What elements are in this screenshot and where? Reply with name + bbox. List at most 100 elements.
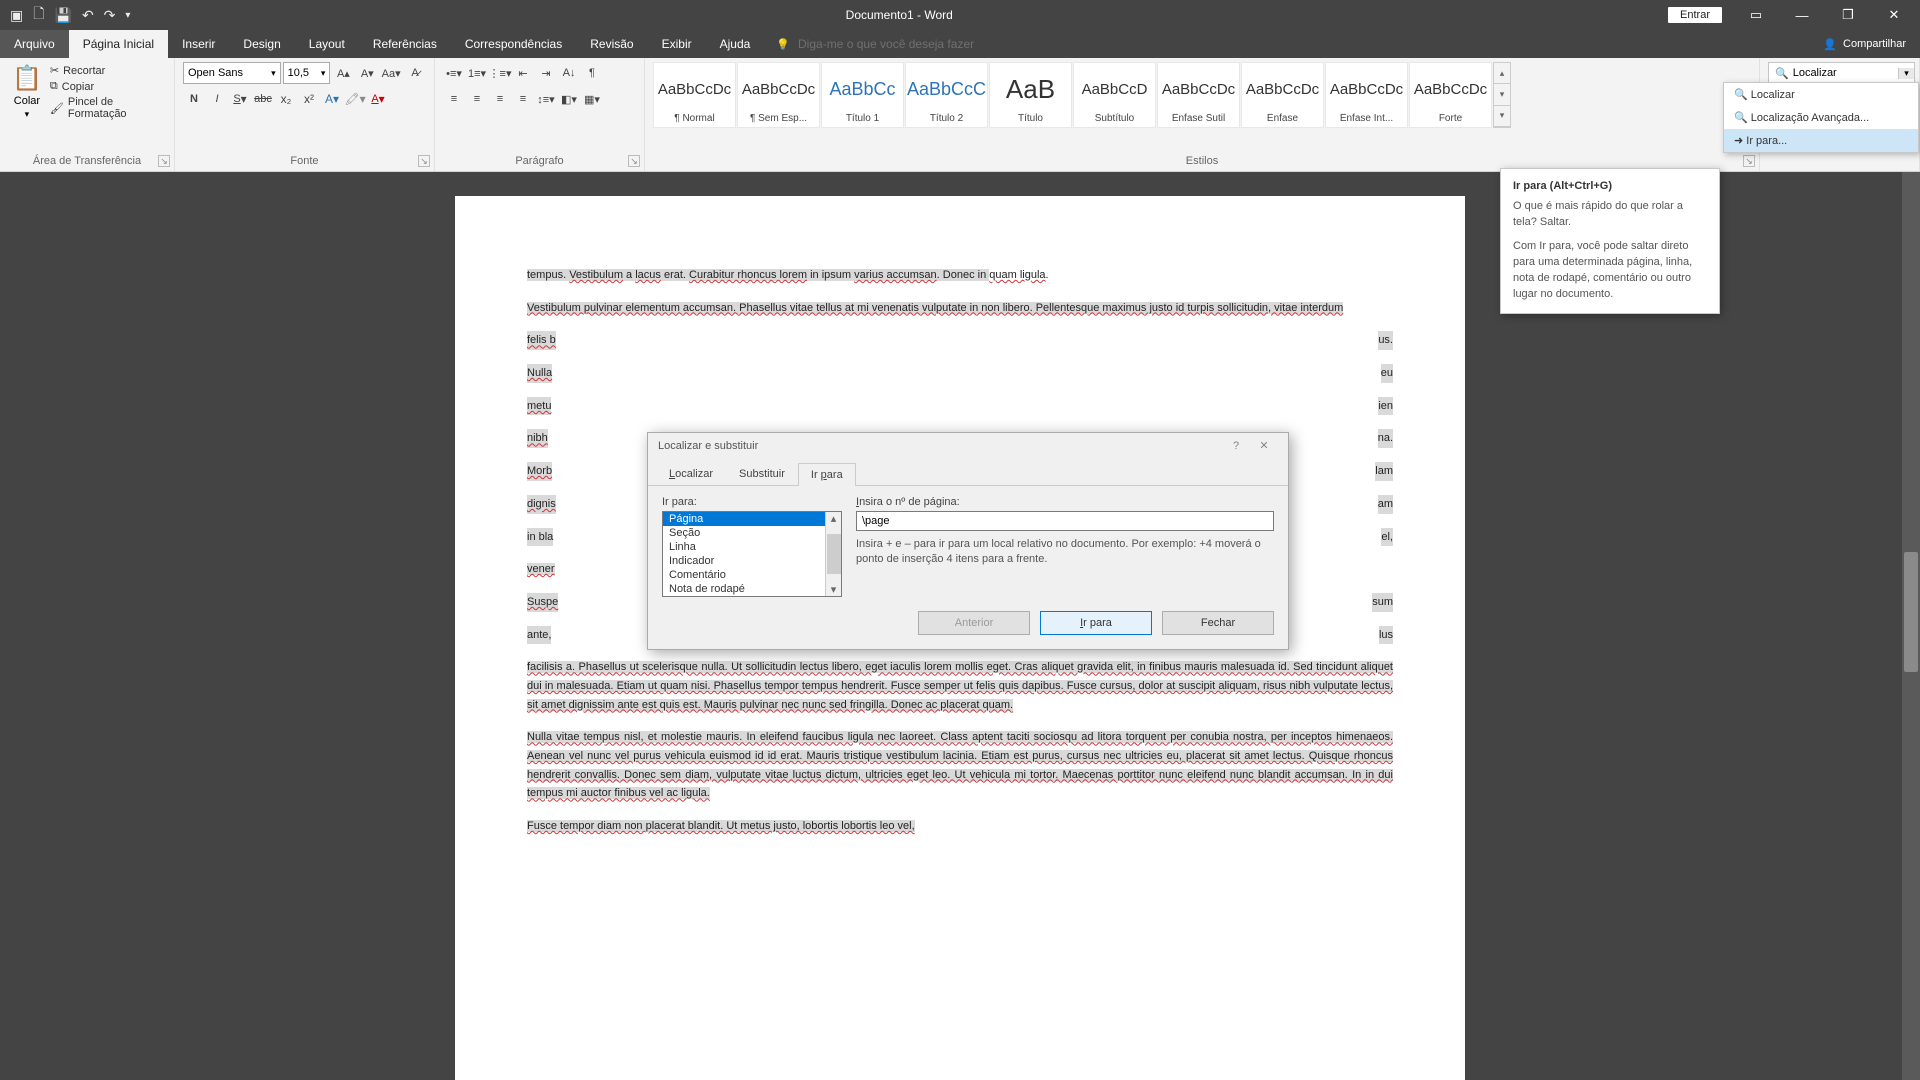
page-number-input[interactable]	[856, 511, 1274, 531]
help-icon[interactable]: ?	[1222, 440, 1250, 452]
tab-file[interactable]: Arquivo	[0, 30, 69, 58]
find-dropdown-icon[interactable]: ▾	[1898, 68, 1914, 79]
tab-home[interactable]: Página Inicial	[69, 30, 168, 58]
cut-button[interactable]: ✂Recortar	[50, 64, 166, 77]
scrollbar-thumb[interactable]	[827, 534, 841, 574]
tab-view[interactable]: Exibir	[648, 30, 706, 58]
dialog-launcher-icon[interactable]: ↘	[1743, 155, 1755, 167]
previous-button[interactable]: Anterior	[918, 611, 1030, 635]
increase-indent-icon[interactable]: ⇥	[535, 62, 557, 84]
folder-icon[interactable]: ▣	[10, 7, 23, 24]
style-subt-tulo[interactable]: AaBbCcDSubtítulo	[1073, 62, 1156, 128]
numbering-icon[interactable]: 1≡▾	[466, 62, 488, 84]
dialog-tab-find[interactable]: Localizar	[656, 462, 726, 485]
sign-in-button[interactable]: Entrar	[1668, 7, 1722, 23]
scroll-down-icon[interactable]: ▾	[1494, 84, 1510, 105]
vertical-scrollbar[interactable]	[1902, 172, 1920, 1080]
save-icon[interactable]: 💾	[55, 7, 72, 24]
style-t-tulo-1[interactable]: AaBbCcTítulo 1	[821, 62, 904, 128]
goto-button[interactable]: Ir para	[1040, 611, 1152, 635]
undo-icon[interactable]: ↶	[82, 7, 94, 24]
close-button[interactable]: Fechar	[1162, 611, 1274, 635]
text-effects-icon[interactable]: A▾	[321, 88, 343, 110]
maximize-icon[interactable]: ❐	[1826, 1, 1870, 29]
redo-icon[interactable]: ↷	[104, 7, 116, 24]
scroll-down-icon[interactable]: ▾	[831, 583, 837, 596]
goto-listbox[interactable]: PáginaSeçãoLinhaIndicadorComentárioNota …	[662, 511, 842, 597]
list-item[interactable]: Página	[663, 512, 825, 526]
bullets-icon[interactable]: •≡▾	[443, 62, 465, 84]
tab-layout[interactable]: Layout	[295, 30, 359, 58]
list-item[interactable]: Linha	[663, 540, 825, 554]
style--nfase-sutil[interactable]: AaBbCcDcÊnfase Sutil	[1157, 62, 1240, 128]
list-item[interactable]: Nota de rodapé	[663, 582, 825, 596]
minimize-icon[interactable]: —	[1780, 1, 1824, 29]
close-icon[interactable]: ✕	[1872, 1, 1916, 29]
tell-me-input[interactable]	[798, 37, 1058, 51]
dialog-launcher-icon[interactable]: ↘	[628, 155, 640, 167]
style-forte[interactable]: AaBbCcDcForte	[1409, 62, 1492, 128]
tab-insert[interactable]: Inserir	[168, 30, 229, 58]
show-marks-icon[interactable]: ¶	[581, 62, 603, 84]
qat-customize-icon[interactable]: ▾	[125, 10, 130, 21]
tell-me[interactable]: 💡	[776, 30, 1058, 58]
align-center-icon[interactable]: ≡	[466, 88, 488, 110]
paste-button[interactable]: 📋 Colar ▾	[8, 62, 46, 122]
scroll-up-icon[interactable]: ▴	[1494, 63, 1510, 84]
font-size-combo[interactable]: 10,5▾	[283, 62, 331, 84]
strikethrough-button[interactable]: abc	[252, 88, 274, 110]
style--normal[interactable]: AaBbCcDc¶ Normal	[653, 62, 736, 128]
menu-item-advanced-find[interactable]: 🔍 Localização Avançada...	[1724, 106, 1918, 129]
clear-format-icon[interactable]: A̷	[404, 62, 426, 84]
tab-help[interactable]: Ajuda	[706, 30, 765, 58]
underline-button[interactable]: S▾	[229, 88, 251, 110]
style--nfase[interactable]: AaBbCcDcÊnfase	[1241, 62, 1324, 128]
line-spacing-icon[interactable]: ↕≡▾	[535, 88, 557, 110]
subscript-button[interactable]: x₂	[275, 88, 297, 110]
share-button[interactable]: 👤 Compartilhar	[1809, 30, 1920, 58]
new-doc-icon[interactable]: 🗋	[33, 3, 44, 27]
justify-icon[interactable]: ≡	[512, 88, 534, 110]
superscript-button[interactable]: x²	[298, 88, 320, 110]
styles-scroll[interactable]: ▴▾▾	[1493, 62, 1511, 128]
list-item[interactable]: Indicador	[663, 554, 825, 568]
change-case-icon[interactable]: Aa▾	[380, 62, 402, 84]
dialog-tab-goto[interactable]: Ir para	[798, 463, 856, 486]
close-icon[interactable]: ✕	[1250, 439, 1278, 452]
dialog-tab-replace[interactable]: Substituir	[726, 462, 798, 485]
font-name-combo[interactable]: Open Sans▾	[183, 62, 281, 84]
style--sem-esp-[interactable]: AaBbCcDc¶ Sem Esp...	[737, 62, 820, 128]
list-item[interactable]: Seção	[663, 526, 825, 540]
dialog-launcher-icon[interactable]: ↘	[158, 155, 170, 167]
dialog-launcher-icon[interactable]: ↘	[418, 155, 430, 167]
tab-references[interactable]: Referências	[359, 30, 451, 58]
menu-item-goto[interactable]: ➜ Ir para...	[1724, 129, 1918, 152]
menu-item-find[interactable]: 🔍 Localizar	[1724, 83, 1918, 106]
style-t-tulo[interactable]: AaBTítulo	[989, 62, 1072, 128]
styles-more-icon[interactable]: ▾	[1494, 106, 1510, 127]
grow-font-icon[interactable]: A▴	[332, 62, 354, 84]
tab-review[interactable]: Revisão	[576, 30, 647, 58]
style-t-tulo-2[interactable]: AaBbCcCTítulo 2	[905, 62, 988, 128]
shading-icon[interactable]: ◧▾	[558, 88, 580, 110]
align-left-icon[interactable]: ≡	[443, 88, 465, 110]
align-right-icon[interactable]: ≡	[489, 88, 511, 110]
copy-button[interactable]: ⧉Copiar	[50, 80, 166, 93]
highlight-icon[interactable]: 🖍▾	[344, 88, 366, 110]
format-painter-button[interactable]: 🖌Pincel de Formatação	[50, 96, 166, 120]
sort-icon[interactable]: A↓	[558, 62, 580, 84]
scrollbar-thumb[interactable]	[1904, 552, 1918, 672]
decrease-indent-icon[interactable]: ⇤	[512, 62, 534, 84]
multilevel-icon[interactable]: ⋮≡▾	[489, 62, 511, 84]
tab-design[interactable]: Design	[229, 30, 294, 58]
shrink-font-icon[interactable]: A▾	[356, 62, 378, 84]
tab-mailings[interactable]: Correspondências	[451, 30, 576, 58]
list-item[interactable]: Comentário	[663, 568, 825, 582]
listbox-scrollbar[interactable]: ▴▾	[825, 512, 841, 596]
dialog-titlebar[interactable]: Localizar e substituir ? ✕	[648, 433, 1288, 458]
ribbon-options-icon[interactable]: ▭	[1734, 1, 1778, 29]
bold-button[interactable]: N	[183, 88, 205, 110]
italic-button[interactable]: I	[206, 88, 228, 110]
borders-icon[interactable]: ▦▾	[581, 88, 603, 110]
font-color-icon[interactable]: A▾	[367, 88, 389, 110]
